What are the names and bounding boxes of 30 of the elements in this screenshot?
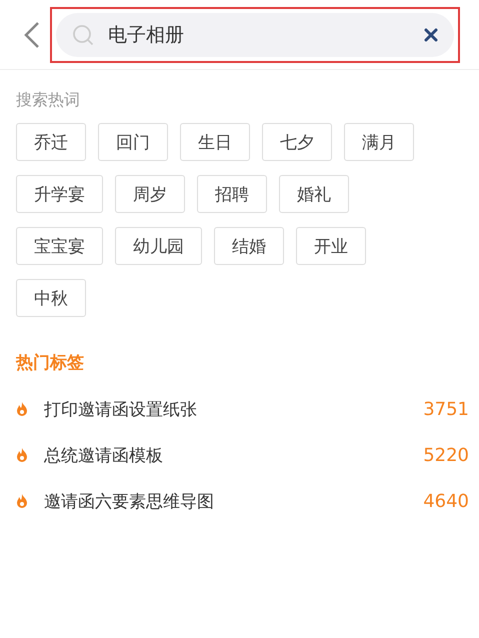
flame-icon — [16, 402, 28, 416]
tag-count: 4640 — [423, 490, 469, 512]
keyword-chip[interactable]: 乔迁 — [16, 123, 86, 161]
search-bar[interactable]: 电子相册 — [56, 12, 454, 56]
tag-link[interactable]: 邀请函六要素思维导图 — [44, 490, 424, 512]
search-icon — [72, 24, 94, 46]
keyword-chip[interactable]: 回门 — [98, 123, 168, 161]
search-input[interactable]: 电子相册 — [108, 24, 410, 46]
keyword-chip[interactable]: 中秋 — [16, 279, 86, 317]
keyword-chip[interactable]: 招聘 — [197, 175, 267, 213]
section-title: 热门标签 — [16, 352, 85, 374]
flame-icon — [16, 448, 28, 462]
keyword-chip[interactable]: 开业 — [296, 227, 366, 265]
keyword-chip[interactable]: 宝宝宴 — [16, 227, 103, 265]
keyword-chip[interactable]: 生日 — [180, 123, 250, 161]
keyword-chip[interactable]: 婚礼 — [279, 175, 349, 213]
keyword-chip[interactable]: 周岁 — [115, 175, 185, 213]
tag-count: 5220 — [423, 444, 469, 466]
tag-link[interactable]: 总统邀请函模板 — [44, 444, 424, 466]
keyword-chip[interactable]: 幼儿园 — [115, 227, 202, 265]
tag-count: 3751 — [423, 398, 469, 420]
flame-icon — [16, 494, 28, 508]
section-title: 搜索热词 — [16, 90, 81, 111]
keyword-chip[interactable]: 七夕 — [262, 123, 332, 161]
tag-link[interactable]: 打印邀请函设置纸张 — [44, 398, 424, 420]
back-icon[interactable] — [22, 20, 42, 50]
keyword-chip[interactable]: 结婚 — [214, 227, 284, 265]
keyword-chip[interactable]: 满月 — [344, 123, 414, 161]
close-icon[interactable] — [424, 28, 438, 42]
keyword-chip[interactable]: 升学宴 — [16, 175, 103, 213]
